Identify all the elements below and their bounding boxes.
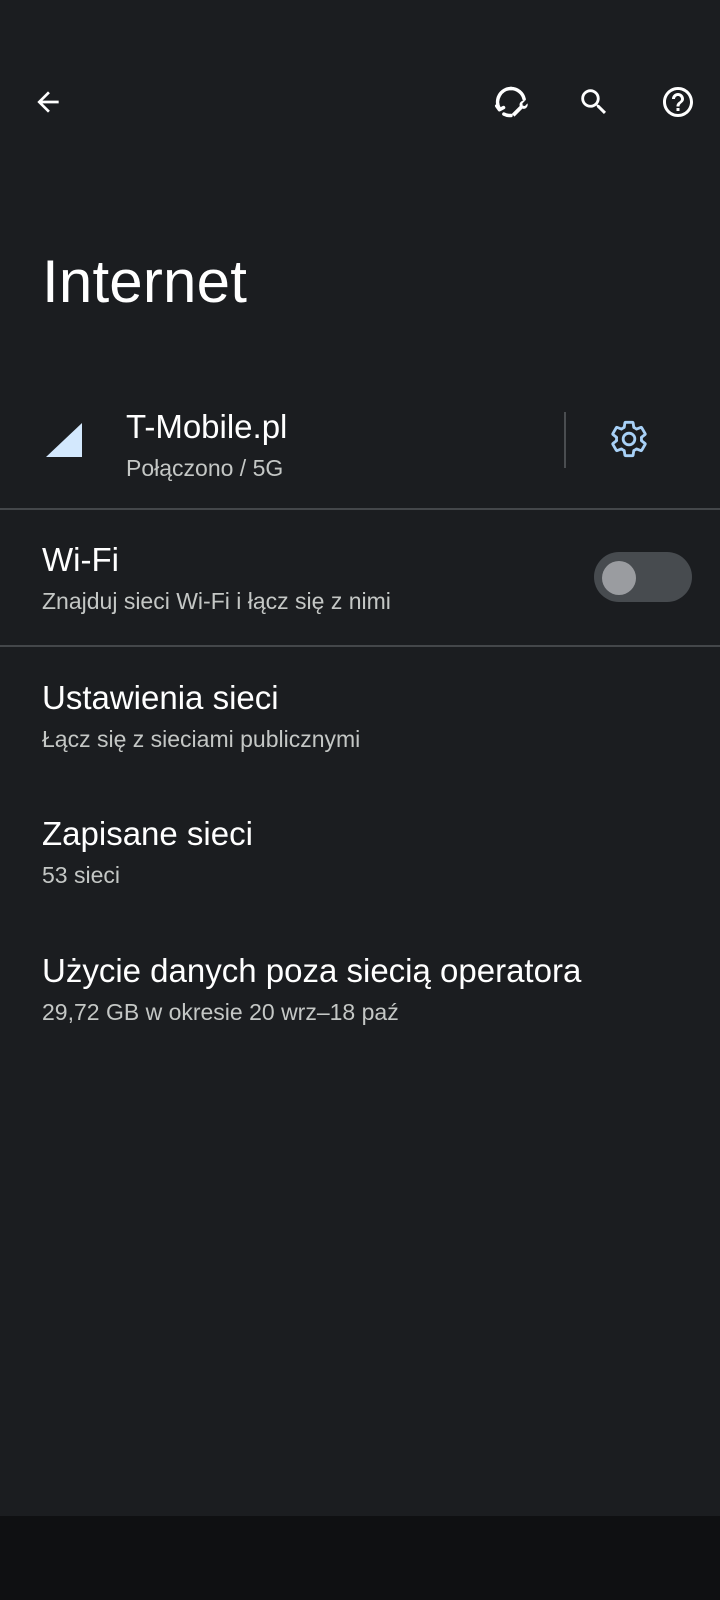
wifi-toggle[interactable] — [594, 552, 692, 602]
search-icon — [581, 89, 607, 115]
help-button[interactable] — [650, 74, 706, 130]
help-circle-icon — [663, 87, 693, 117]
wifi-summary: Znajduj sieci Wi-Fi i łącz się z nimi — [42, 587, 391, 614]
list-item-summary: 53 sieci — [42, 861, 120, 888]
divider — [0, 645, 720, 647]
gear-icon — [611, 420, 647, 458]
carrier-status: Połączono / 5G — [126, 454, 284, 481]
non-carrier-data-usage-item[interactable]: Użycie danych poza siecią operatora 29,7… — [42, 951, 682, 1026]
cell-signal-icon — [44, 421, 82, 459]
divider — [0, 508, 720, 510]
wifi-row[interactable]: Wi-Fi Znajduj sieci Wi-Fi i łącz się z n… — [0, 512, 720, 646]
carrier-name: T-Mobile.pl — [126, 408, 288, 445]
list-item-summary: Łącz się z sieciami publicznymi — [42, 725, 361, 752]
internet-settings-screen: Internet T-Mobile.pl Połączono / 5G Wi-F… — [0, 0, 720, 1600]
saved-networks-item[interactable]: Zapisane sieci 53 sieci — [42, 814, 682, 889]
network-troubleshoot-icon — [495, 86, 528, 118]
search-button[interactable] — [566, 74, 622, 130]
list-item-title: Użycie danych poza siecią operatora — [42, 952, 582, 989]
system-navigation-bar — [0, 1516, 720, 1600]
page-title: Internet — [42, 248, 248, 315]
back-button[interactable] — [20, 74, 76, 130]
arrow-back-icon — [37, 91, 59, 113]
carrier-text: T-Mobile.pl Połączono / 5G — [126, 407, 287, 482]
wifi-title: Wi-Fi — [42, 541, 119, 578]
list-item-summary: 29,72 GB w okresie 20 wrz–18 paź — [42, 998, 399, 1025]
list-item-title: Zapisane sieci — [42, 815, 253, 852]
wifi-toggle-thumb — [602, 561, 636, 595]
vertical-divider — [564, 412, 566, 468]
network-troubleshoot-button[interactable] — [483, 74, 539, 130]
top-app-bar — [0, 72, 720, 132]
wifi-text: Wi-Fi Znajduj sieci Wi-Fi i łącz się z n… — [42, 540, 391, 615]
carrier-settings-button[interactable] — [604, 414, 654, 464]
carrier-network-row[interactable]: T-Mobile.pl Połączono / 5G — [0, 395, 720, 510]
network-preferences-item[interactable]: Ustawienia sieci Łącz się z sieciami pub… — [42, 678, 682, 753]
list-item-title: Ustawienia sieci — [42, 679, 279, 716]
